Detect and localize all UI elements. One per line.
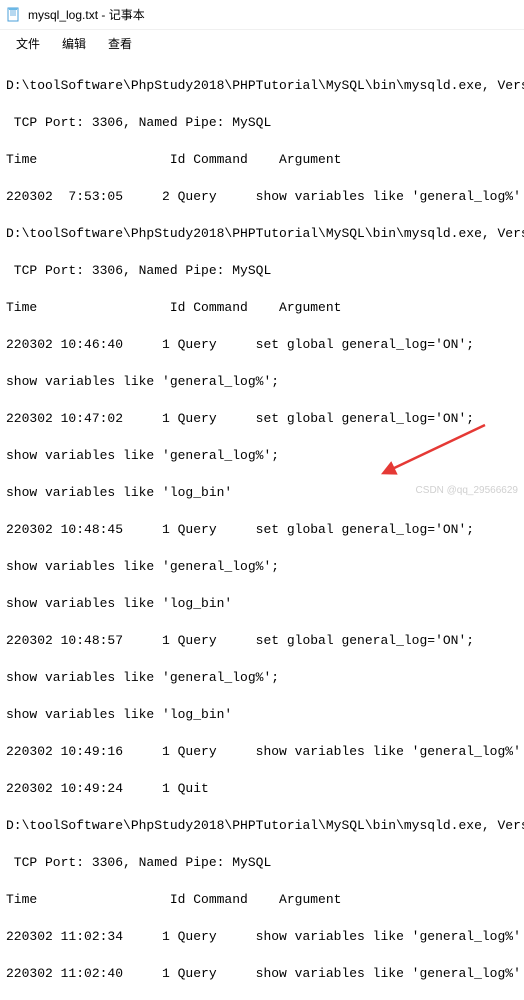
log-line: show variables like 'general_log%';	[6, 373, 518, 392]
log-line: 220302 10:47:02 1 Query set global gener…	[6, 410, 518, 429]
log-line: Time Id Command Argument	[6, 299, 518, 318]
log-line: 220302 10:48:45 1 Query set global gener…	[6, 521, 518, 540]
notepad-icon	[6, 7, 22, 23]
log-line: show variables like 'log_bin'	[6, 595, 518, 614]
log-line: 220302 11:02:40 1 Query show variables l…	[6, 965, 518, 984]
log-line: TCP Port: 3306, Named Pipe: MySQL	[6, 114, 518, 133]
log-line: TCP Port: 3306, Named Pipe: MySQL	[6, 854, 518, 873]
log-line: 220302 11:02:34 1 Query show variables l…	[6, 928, 518, 947]
log-line: show variables like 'log_bin'	[6, 706, 518, 725]
log-line: 220302 10:48:57 1 Query set global gener…	[6, 632, 518, 651]
log-line: Time Id Command Argument	[6, 151, 518, 170]
log-line: 220302 7:53:05 2 Query show variables li…	[6, 188, 518, 207]
window-title: mysql_log.txt - 记事本	[28, 6, 145, 23]
menu-edit[interactable]: 编辑	[52, 33, 96, 54]
log-line: D:\toolSoftware\PhpStudy2018\PHPTutorial…	[6, 225, 518, 244]
menu-file[interactable]: 文件	[6, 33, 50, 54]
log-line: 220302 10:49:24 1 Quit	[6, 780, 518, 799]
title-bar: mysql_log.txt - 记事本	[0, 0, 524, 30]
log-line: D:\toolSoftware\PhpStudy2018\PHPTutorial…	[6, 817, 518, 836]
menu-view[interactable]: 查看	[98, 33, 142, 54]
log-line: TCP Port: 3306, Named Pipe: MySQL	[6, 262, 518, 281]
menu-bar: 文件 编辑 查看	[0, 30, 524, 56]
log-line: show variables like 'general_log%';	[6, 669, 518, 688]
log-line: show variables like 'general_log%';	[6, 447, 518, 466]
log-line: D:\toolSoftware\PhpStudy2018\PHPTutorial…	[6, 77, 518, 96]
log-line: show variables like 'general_log%';	[6, 558, 518, 577]
text-area[interactable]: D:\toolSoftware\PhpStudy2018\PHPTutorial…	[0, 56, 524, 1000]
log-line: Time Id Command Argument	[6, 891, 518, 910]
watermark: CSDN @qq_29566629	[416, 485, 518, 496]
log-line: 220302 10:46:40 1 Query set global gener…	[6, 336, 518, 355]
log-line: 220302 10:49:16 1 Query show variables l…	[6, 743, 518, 762]
